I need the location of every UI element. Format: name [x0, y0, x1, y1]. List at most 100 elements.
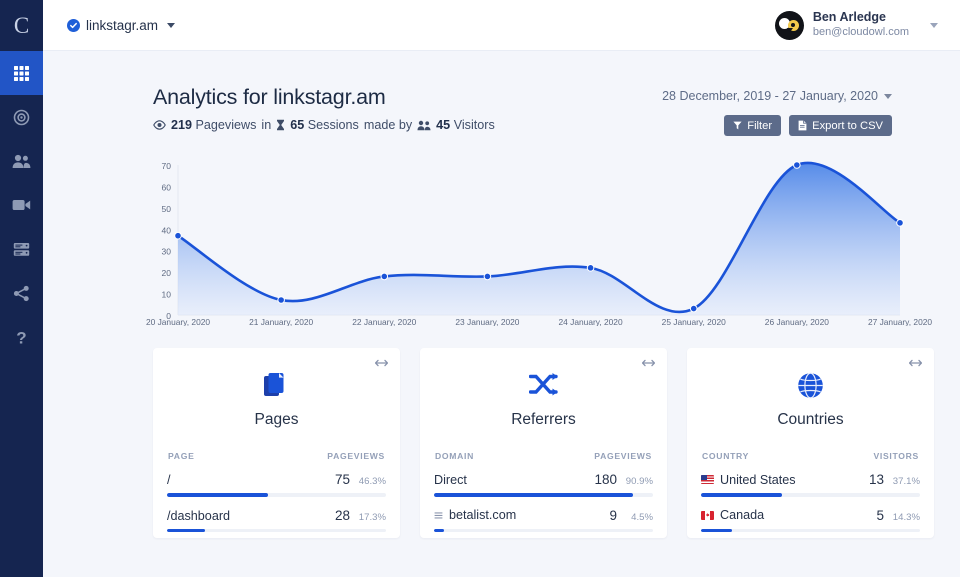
table-row[interactable]: / 75 46.3%: [167, 472, 386, 497]
sidebar-item-dashboard[interactable]: [0, 51, 43, 95]
row-label-with-flag: United States: [701, 473, 863, 487]
row-label: /: [167, 473, 329, 487]
chart-point[interactable]: [381, 273, 388, 280]
row-value: 9: [609, 508, 617, 523]
row-bar-fill: [701, 529, 732, 533]
page-title: Analytics for linkstagr.am: [153, 85, 495, 110]
target-icon: [13, 109, 30, 126]
sessions-label: Sessions: [308, 118, 359, 132]
card-pages: Pages PAGE PAGEVIEWS / 75 46.3%: [153, 348, 400, 538]
logo-letter: C: [14, 13, 29, 39]
x-tick-label: 25 January, 2020: [662, 317, 726, 326]
x-tick-label: 27 January, 2020: [868, 317, 932, 326]
main-panel: Analytics for linkstagr.am 219 Pageviews: [43, 51, 960, 577]
chart-point[interactable]: [690, 305, 697, 312]
y-axis: 70 60 50 40 30 20 10 0: [162, 161, 172, 321]
user-menu[interactable]: Ben Arledge ben@cloudowl.com: [775, 10, 938, 39]
row-label: betalist.com: [449, 508, 516, 522]
x-tick-label: 23 January, 2020: [455, 317, 519, 326]
date-range-picker[interactable]: 28 December, 2019 - 27 January, 2020: [662, 89, 892, 103]
row-bar-fill: [167, 529, 205, 533]
card-title: Pages: [167, 411, 386, 429]
card-columns: PAGE PAGEVIEWS: [167, 451, 386, 461]
y-tick-60: 60: [162, 182, 172, 192]
user-info: Ben Arledge ben@cloudowl.com: [813, 10, 909, 39]
card-countries: Countries COUNTRY VISITORS United States: [687, 348, 934, 538]
chart-point[interactable]: [175, 232, 182, 239]
sidebar-item-visitors[interactable]: [0, 139, 43, 183]
x-tick-label: 21 January, 2020: [249, 317, 313, 326]
chart-point[interactable]: [587, 265, 594, 272]
row-bar-fill: [701, 493, 782, 497]
table-row[interactable]: /dashboard 28 17.3%: [167, 508, 386, 533]
row-label: Canada: [720, 508, 764, 522]
user-name: Ben Arledge: [813, 10, 909, 26]
col-left: COUNTRY: [702, 451, 749, 461]
chevron-down-icon: [167, 23, 175, 28]
col-left: PAGE: [168, 451, 195, 461]
row-value: 28: [335, 508, 350, 523]
y-tick-40: 40: [162, 225, 172, 235]
grid-icon: [13, 65, 30, 82]
chevron-down-icon[interactable]: [930, 23, 938, 28]
row-value: 13: [869, 472, 884, 487]
topbar: linkstagr.am Ben Arledge ben@cloudowl.co…: [43, 0, 960, 51]
row-label-with-flag: Canada: [701, 508, 870, 522]
sidebar-item-recordings[interactable]: [0, 183, 43, 227]
x-tick-label: 20 January, 2020: [146, 317, 210, 326]
table-row[interactable]: United States 13 37.1%: [701, 472, 920, 497]
chart-point[interactable]: [794, 162, 801, 169]
share-icon: [13, 285, 30, 302]
row-bar-track: [167, 529, 386, 533]
stats-cards: Pages PAGE PAGEVIEWS / 75 46.3%: [43, 326, 960, 538]
col-right: PAGEVIEWS: [327, 451, 385, 461]
chart-point[interactable]: [484, 273, 491, 280]
funnel-icon: [733, 121, 742, 130]
stat-sessions: 65 Sessions: [276, 118, 359, 132]
chart-point[interactable]: [897, 220, 904, 227]
row-label-with-icon: betalist.com: [434, 508, 603, 522]
y-tick-50: 50: [162, 204, 172, 214]
expand-horizontal-icon[interactable]: [642, 359, 655, 367]
table-row[interactable]: Canada 5 14.3%: [701, 508, 920, 533]
pageviews-value: 219: [171, 118, 192, 132]
expand-horizontal-icon[interactable]: [909, 359, 922, 367]
card-title: Referrers: [434, 411, 653, 429]
pageviews-chart[interactable]: 70 60 50 40 30 20 10 0 20 J: [43, 136, 960, 326]
sidebar-item-help[interactable]: ?: [0, 315, 43, 359]
owl-beak: [787, 28, 793, 32]
owl-pupil: [791, 23, 795, 27]
sidebar: C: [0, 0, 43, 577]
chart-point[interactable]: [278, 297, 285, 304]
row-percent: 46.3%: [356, 476, 386, 487]
date-range-label: 28 December, 2019 - 27 January, 2020: [662, 89, 878, 103]
stat-pageviews: 219 Pageviews: [153, 118, 256, 132]
app-logo[interactable]: C: [0, 0, 43, 51]
expand-horizontal-icon[interactable]: [375, 359, 388, 367]
col-right: VISITORS: [873, 451, 919, 461]
filter-button[interactable]: Filter: [724, 115, 781, 136]
table-row[interactable]: Direct 180 90.9%: [434, 472, 653, 497]
row-percent: 37.1%: [890, 476, 920, 487]
video-icon: [12, 198, 31, 212]
row-bar-track: [434, 493, 653, 497]
x-tick-label: 22 January, 2020: [352, 317, 416, 326]
row-bar-track: [167, 493, 386, 497]
content-area: linkstagr.am Ben Arledge ben@cloudowl.co…: [43, 0, 960, 577]
file-icon: [798, 120, 807, 131]
export-csv-button[interactable]: Export to CSV: [789, 115, 892, 136]
card-title: Countries: [701, 411, 920, 429]
pageviews-label: Pageviews: [196, 118, 257, 132]
svg-text:?: ?: [16, 328, 26, 347]
row-percent: 90.9%: [623, 476, 653, 487]
visitors-value: 45: [436, 118, 450, 132]
sidebar-item-logs[interactable]: [0, 227, 43, 271]
page-header: Analytics for linkstagr.am 219 Pageviews: [43, 51, 960, 136]
sidebar-item-goals[interactable]: [0, 95, 43, 139]
globe-icon: [701, 372, 920, 402]
header-actions: Filter Export to CSV: [662, 115, 892, 136]
sidebar-item-share[interactable]: [0, 271, 43, 315]
site-selector[interactable]: linkstagr.am: [67, 18, 175, 33]
pages-icon: [167, 372, 386, 402]
table-row[interactable]: betalist.com 9 4.5%: [434, 508, 653, 533]
